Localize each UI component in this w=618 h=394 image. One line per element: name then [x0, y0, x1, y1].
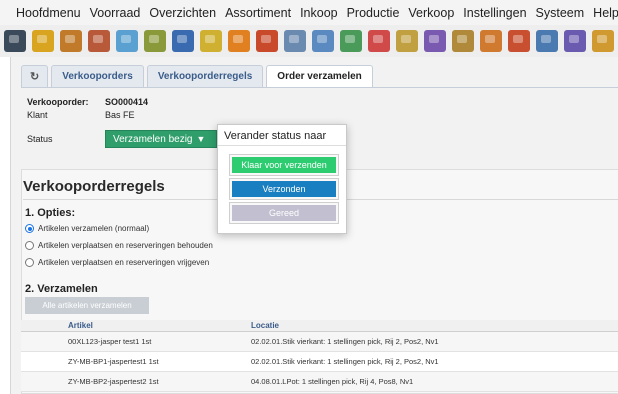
menu-item-voorraad[interactable]: Voorraad [90, 6, 141, 20]
chevron-down-icon: ▼ [196, 134, 206, 144]
note-icon[interactable] [508, 30, 530, 52]
option-row[interactable]: Artikelen verplaatsen en reserveringen b… [25, 241, 213, 250]
chart-icon[interactable] [564, 30, 586, 52]
menu-item-verkoop[interactable]: Verkoop [408, 6, 454, 20]
menu-item-instellingen[interactable]: Instellingen [463, 6, 526, 20]
folder-icon[interactable] [32, 30, 54, 52]
option-label: Artikelen verplaatsen en reserveringen b… [38, 241, 213, 250]
icon-toolbar [0, 25, 618, 57]
collect-heading: 2. Verzamelen [25, 283, 98, 295]
tab-bar: ↻ Verkooporders Verkooporderregels Order… [21, 65, 376, 87]
ready-to-ship-button[interactable]: Klaar voor verzenden [232, 157, 336, 173]
popup-option: Gereed [229, 202, 339, 224]
puzzle-icon[interactable] [256, 30, 278, 52]
column-header-locatie[interactable]: Locatie [251, 321, 618, 330]
tab-verkooporderregels[interactable]: Verkooporderregels [146, 65, 264, 87]
menu-item-overzichten[interactable]: Overzichten [149, 6, 216, 20]
globe-icon[interactable] [340, 30, 362, 52]
done-button: Gereed [232, 205, 336, 221]
menu-item-hoofdmenu[interactable]: Hoofdmenu [16, 6, 81, 20]
main-menu-bar: Hoofdmenu Voorraad Overzichten Assortime… [0, 0, 618, 25]
sphere-icon[interactable] [172, 30, 194, 52]
order-lines-table: Artikel Locatie 00XL123-jasper test1 1st… [21, 320, 618, 392]
client-label: Klant [27, 110, 48, 120]
notepad-icon[interactable] [452, 30, 474, 52]
popup-option: Verzonden [229, 178, 339, 200]
box-icon[interactable] [116, 30, 138, 52]
menu-item-inkoop[interactable]: Inkoop [300, 6, 338, 20]
tab-divider [21, 87, 618, 88]
gem-icon[interactable] [228, 30, 250, 52]
cell-locatie: 02.02.01.Stik vierkant: 1 stellingen pic… [251, 337, 439, 346]
refresh-icon[interactable]: ↻ [21, 65, 49, 87]
wrench-icon[interactable] [88, 30, 110, 52]
option-row[interactable]: Artikelen verplaatsen en reserveringen v… [25, 258, 209, 267]
status-label: Status [27, 134, 53, 144]
bowl-icon[interactable] [200, 30, 222, 52]
order-label: Verkooporder: [27, 97, 89, 107]
cell-artikel: ZY-MB-BP1-jaspertest1 1st [68, 357, 159, 366]
cell-artikel: 00XL123-jasper test1 1st [68, 337, 152, 346]
client-value: Bas FE [105, 110, 135, 120]
menu-item-help[interactable]: Help [593, 6, 618, 20]
popup-title: Verander status naar [224, 130, 327, 142]
pencil-icon[interactable] [368, 30, 390, 52]
popup-divider [218, 145, 346, 146]
change-status-popup: Verander status naar Klaar voor verzende… [217, 124, 347, 234]
clipboard-icon[interactable] [396, 30, 418, 52]
menu-item-productie[interactable]: Productie [347, 6, 400, 20]
device-icon[interactable] [4, 30, 26, 52]
tab-verkooporders[interactable]: Verkooporders [51, 65, 144, 87]
radio-unselected[interactable] [25, 241, 34, 250]
options-heading: 1. Opties: [25, 207, 76, 219]
grid-icon[interactable] [144, 30, 166, 52]
cell-artikel: ZY-MB-BP2-jaspertest2 1st [68, 377, 159, 386]
option-label: Artikelen verzamelen (normaal) [38, 224, 150, 233]
option-label: Artikelen verplaatsen en reserveringen v… [38, 258, 210, 267]
radio-selected[interactable] [25, 224, 34, 233]
parcel-icon[interactable] [592, 30, 614, 52]
user-icon[interactable] [480, 30, 502, 52]
menu-item-systeem[interactable]: Systeem [536, 6, 585, 20]
table-row[interactable]: 00XL123-jasper test1 1st 02.02.01.Stik v… [21, 332, 618, 352]
status-value: Verzamelen bezig [113, 133, 193, 145]
shipped-button[interactable]: Verzonden [232, 181, 336, 197]
table-header: Artikel Locatie [21, 320, 618, 332]
cell-locatie: 04.08.01.LPot: 1 stellingen pick, Rij 4,… [251, 377, 414, 386]
table-row[interactable]: ZY-MB-BP2-jaspertest2 1st 04.08.01.LPot:… [21, 372, 618, 392]
order-number: SO000414 [105, 97, 149, 107]
column-header-artikel[interactable]: Artikel [21, 321, 251, 330]
status-dropdown[interactable]: Verzamelen bezig ▼ [105, 130, 217, 148]
tools-icon[interactable] [60, 30, 82, 52]
collect-all-button[interactable]: Alle artikelen verzamelen [25, 297, 149, 314]
popup-option: Klaar voor verzenden [229, 154, 339, 176]
magnifier-icon[interactable] [312, 30, 334, 52]
cell-locatie: 02.02.01.Stik vierkant: 1 stellingen pic… [251, 357, 439, 366]
tab-order-verzamelen[interactable]: Order verzamelen [266, 65, 373, 87]
search-icon[interactable] [284, 30, 306, 52]
radio-unselected[interactable] [25, 258, 34, 267]
table-row[interactable]: ZY-MB-BP1-jaspertest1 1st 02.02.01.Stik … [21, 352, 618, 372]
section-title: Verkooporderregels [23, 178, 165, 195]
package-icon[interactable] [424, 30, 446, 52]
menu-item-assortiment[interactable]: Assortiment [225, 6, 291, 20]
option-row[interactable]: Artikelen verzamelen (normaal) [25, 224, 149, 233]
cube-icon[interactable] [536, 30, 558, 52]
